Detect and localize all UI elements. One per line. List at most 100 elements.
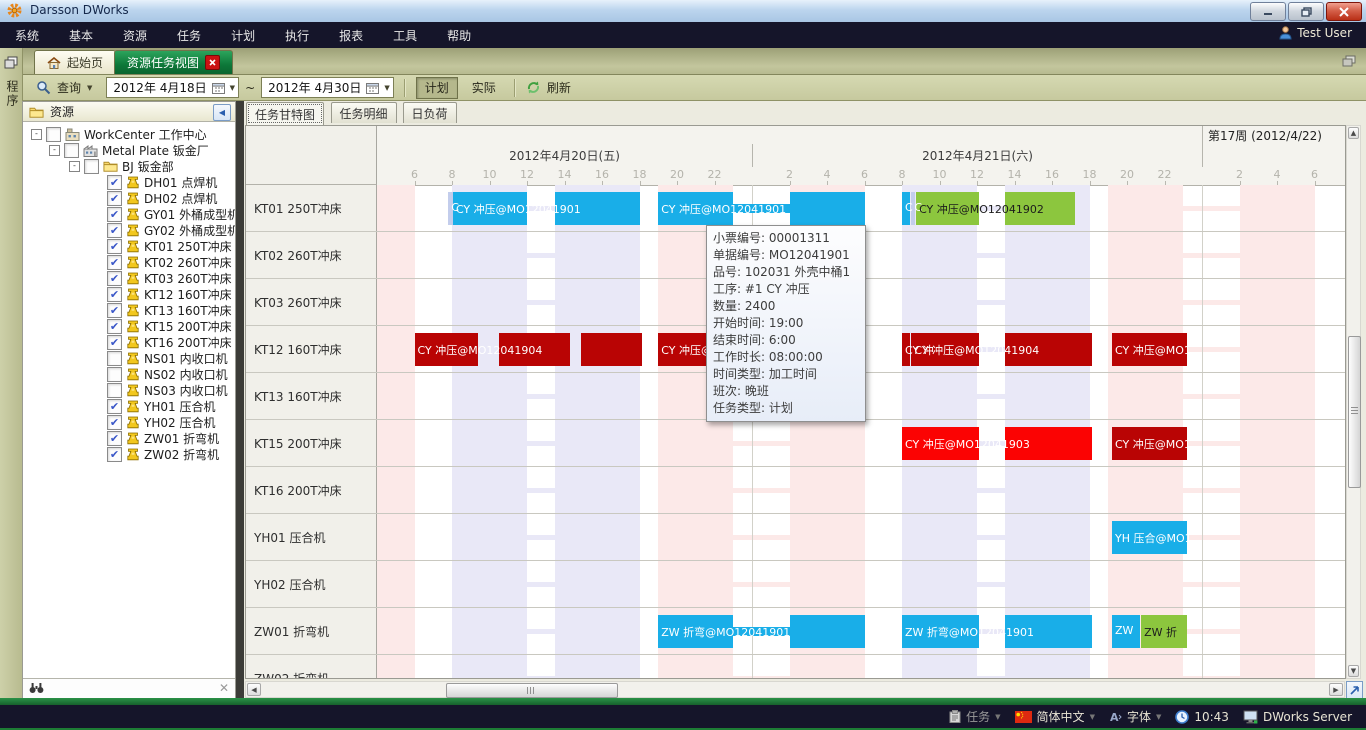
menu-item-6[interactable]: 报表 [324,23,378,48]
menu-item-3[interactable]: 任务 [162,23,216,48]
minimize-button[interactable] [1250,2,1286,21]
tree-expander-icon[interactable]: - [31,129,42,140]
tree-item[interactable]: ✔GY01 外桶成型机 [107,206,235,222]
scroll-up-icon[interactable]: ▲ [1348,127,1359,139]
refresh-button[interactable]: 刷新 [547,79,571,96]
tree-item[interactable]: ✔KT02 260T冲床 [107,254,232,270]
tree-expander-icon[interactable]: - [69,161,80,172]
checked-checkbox[interactable]: ✔ [107,431,122,446]
date-to-field[interactable]: 2012年 4月30日 ▼ [261,77,394,98]
window-list-icon[interactable] [1342,55,1356,67]
tree-item[interactable]: -Metal Plate 钣金厂 [49,142,209,158]
tree-item[interactable]: ✔ZW02 折弯机 [107,446,219,462]
status-item-0[interactable]: 任务▼ [949,708,1000,725]
status-item-4[interactable]: DWorks Server [1243,710,1352,724]
clear-filter-icon[interactable]: ✕ [219,681,229,695]
status-item-3[interactable]: 10:43 [1175,710,1229,724]
status-item-2[interactable]: A字体▼ [1109,708,1161,725]
tree-item[interactable]: ✔DH01 点焊机 [107,174,217,190]
task-bar[interactable]: YH 压合@MO1 [1112,521,1187,554]
plan-toggle-button[interactable]: 计划 [416,77,458,99]
horizontal-scrollbar-thumb[interactable] [446,683,618,698]
tree-item[interactable]: ✔KT16 200T冲床 [107,334,232,350]
tree-item[interactable]: ✔GY02 外桶成型机 [107,222,235,238]
checked-checkbox[interactable]: ✔ [107,335,122,350]
scroll-right-icon[interactable]: ▶ [1329,683,1343,696]
status-dropdown-icon[interactable]: ▼ [1156,713,1161,721]
tree-item[interactable]: ✔YH02 压合机 [107,414,215,430]
tab-close-icon[interactable] [205,55,220,70]
menu-item-7[interactable]: 工具 [378,23,432,48]
unchecked-checkbox[interactable] [64,143,79,158]
status-item-1[interactable]: 简体中文▼ [1015,708,1095,725]
menu-item-5[interactable]: 执行 [270,23,324,48]
menu-item-1[interactable]: 基本 [54,23,108,48]
logged-in-user[interactable]: Test User [1279,26,1352,40]
tree-item[interactable]: NS03 内收口机 [107,382,228,398]
menu-item-0[interactable]: 系统 [0,23,54,48]
menu-item-4[interactable]: 计划 [216,23,270,48]
task-bar[interactable]: CY 冲压@MO12041901 [658,192,733,225]
query-button[interactable]: 查询 [57,79,81,96]
tree-item[interactable]: ✔DH02 点焊机 [107,190,217,206]
tree-item[interactable]: NS01 内收口机 [107,350,228,366]
date-to-dropdown-icon[interactable]: ▼ [384,84,389,92]
status-dropdown-icon[interactable]: ▼ [995,713,1000,721]
task-bar[interactable]: CY 冲压@MO12041904 [415,333,479,366]
vertical-scrollbar-thumb[interactable] [1348,336,1361,488]
date-from-dropdown-icon[interactable]: ▼ [230,84,235,92]
tree-item[interactable]: ✔ZW01 折弯机 [107,430,219,446]
checked-checkbox[interactable]: ✔ [107,191,122,206]
task-bar[interactable]: CY 冲压@MO12041904 [911,333,979,366]
tree-item[interactable]: ✔KT03 260T冲床 [107,270,232,286]
checked-checkbox[interactable]: ✔ [107,447,122,462]
scroll-left-icon[interactable]: ◀ [247,683,261,696]
tree-expander-icon[interactable]: - [49,145,60,156]
menu-item-8[interactable]: 帮助 [432,23,486,48]
tab-resource-task-view[interactable]: 资源任务视图 [114,50,233,74]
unchecked-checkbox[interactable] [46,127,61,142]
panel-collapse-button[interactable]: ◀ [213,104,231,121]
task-bar[interactable]: ZW 折 [1141,615,1187,648]
task-bar[interactable]: CY 冲压@MO12041901 [453,192,527,225]
horizontal-scrollbar[interactable]: ◀ ▶ [245,681,1345,698]
checked-checkbox[interactable]: ✔ [107,271,122,286]
checked-checkbox[interactable]: ✔ [107,319,122,334]
gantt-tab-0[interactable]: 任务甘特图 [246,102,324,125]
task-bar[interactable]: CY 冲压@MO1 [1112,333,1187,366]
unchecked-checkbox[interactable] [107,383,122,398]
task-bar[interactable] [581,333,642,366]
task-bar[interactable]: CY 冲压@MO12041902 [916,192,979,225]
tree-item[interactable]: ✔KT01 250T冲床 [107,238,232,254]
tree-item[interactable]: -WorkCenter 工作中心 [31,126,207,142]
task-bar[interactable]: CY 冲 [902,333,910,366]
tree-item[interactable]: ✔YH01 压合机 [107,398,215,414]
tree-item[interactable]: -BJ 钣金部 [69,158,174,174]
close-button[interactable] [1326,2,1362,21]
binoculars-search-icon[interactable] [29,682,44,694]
unchecked-checkbox[interactable] [84,159,99,174]
restore-button[interactable] [1288,2,1324,21]
checked-checkbox[interactable]: ✔ [107,175,122,190]
checked-checkbox[interactable]: ✔ [107,207,122,222]
task-bar[interactable] [790,615,865,648]
tree-item[interactable]: ✔KT13 160T冲床 [107,302,232,318]
vertical-scrollbar[interactable]: ▲ ▼ [1346,125,1361,679]
tree-item[interactable]: ✔KT12 160T冲床 [107,286,232,302]
checked-checkbox[interactable]: ✔ [107,415,122,430]
tab-home-page[interactable]: 起始页 [34,50,116,74]
tree-item[interactable]: NS02 内收口机 [107,366,228,382]
tree-item[interactable]: ✔KT15 200T冲床 [107,318,232,334]
menu-item-2[interactable]: 资源 [108,23,162,48]
actual-toggle-button[interactable]: 实际 [464,78,504,98]
scroll-down-icon[interactable]: ▼ [1348,665,1359,677]
checked-checkbox[interactable]: ✔ [107,399,122,414]
checked-checkbox[interactable]: ✔ [107,287,122,302]
task-bar[interactable]: CY 冲压@MO12041903 [902,427,979,460]
panel-splitter[interactable] [236,101,244,700]
task-bar[interactable]: C [902,192,910,225]
checked-checkbox[interactable]: ✔ [107,303,122,318]
gantt-tab-1[interactable]: 任务明细 [331,102,397,123]
checked-checkbox[interactable]: ✔ [107,223,122,238]
checked-checkbox[interactable]: ✔ [107,239,122,254]
